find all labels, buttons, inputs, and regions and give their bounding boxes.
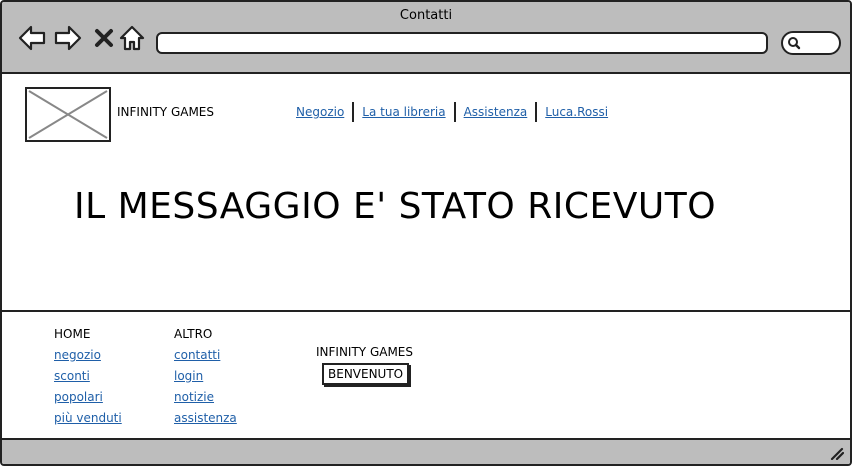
logo-image-placeholder xyxy=(25,87,111,142)
page-headline: IL MESSAGGIO E' STATO RICEVUTO xyxy=(74,186,717,227)
search-button[interactable] xyxy=(781,31,841,55)
footer-link-notizie[interactable]: notizie xyxy=(174,387,237,408)
nav-negozio[interactable]: Negozio xyxy=(292,105,348,119)
nav-divider xyxy=(535,102,538,122)
url-input[interactable] xyxy=(156,32,768,54)
home-icon[interactable] xyxy=(118,24,146,52)
title-bar: Contatti xyxy=(2,2,850,74)
close-icon[interactable] xyxy=(90,24,118,52)
nav-libreria[interactable]: La tua libreria xyxy=(358,105,449,119)
nav-divider xyxy=(453,102,456,122)
footer-heading-home: HOME xyxy=(54,327,91,341)
footer-link-popolari[interactable]: popolari xyxy=(54,387,122,408)
footer-link-contatti[interactable]: contatti xyxy=(174,345,237,366)
footer: HOME negozio sconti popolari più venduti… xyxy=(2,310,850,440)
arrow-left-icon[interactable] xyxy=(18,24,46,52)
resize-grip-icon[interactable] xyxy=(828,446,844,460)
brand-name: INFINITY GAMES xyxy=(117,105,215,119)
footer-link-login[interactable]: login xyxy=(174,366,237,387)
page-content: INFINITY GAMES Negozio La tua libreria A… xyxy=(2,74,850,310)
welcome-button[interactable]: BENVENUTO xyxy=(322,363,410,385)
nav-divider xyxy=(352,102,355,122)
footer-link-assistenza[interactable]: assistenza xyxy=(174,408,237,429)
footer-brand-name: INFINITY GAMES xyxy=(316,345,414,359)
search-icon xyxy=(788,37,801,50)
top-navigation: Negozio La tua libreria Assistenza Luca.… xyxy=(292,102,612,122)
image-placeholder-icon xyxy=(28,90,108,139)
browser-window: Contatti INFINITY GAMES Negozio La tua l… xyxy=(0,0,852,466)
arrow-right-icon[interactable] xyxy=(54,24,82,52)
window-title: Contatti xyxy=(399,8,453,23)
nav-user-account[interactable]: Luca.Rossi xyxy=(541,105,612,119)
footer-column-altro: ALTRO contatti login notizie assistenza xyxy=(174,324,237,429)
footer-link-negozio[interactable]: negozio xyxy=(54,345,122,366)
nav-assistenza[interactable]: Assistenza xyxy=(460,105,532,119)
footer-link-sconti[interactable]: sconti xyxy=(54,366,122,387)
footer-heading-altro: ALTRO xyxy=(174,327,213,341)
footer-link-piu-venduti[interactable]: più venduti xyxy=(54,408,122,429)
status-bar xyxy=(2,438,850,464)
footer-column-home: HOME negozio sconti popolari più venduti xyxy=(54,324,122,429)
